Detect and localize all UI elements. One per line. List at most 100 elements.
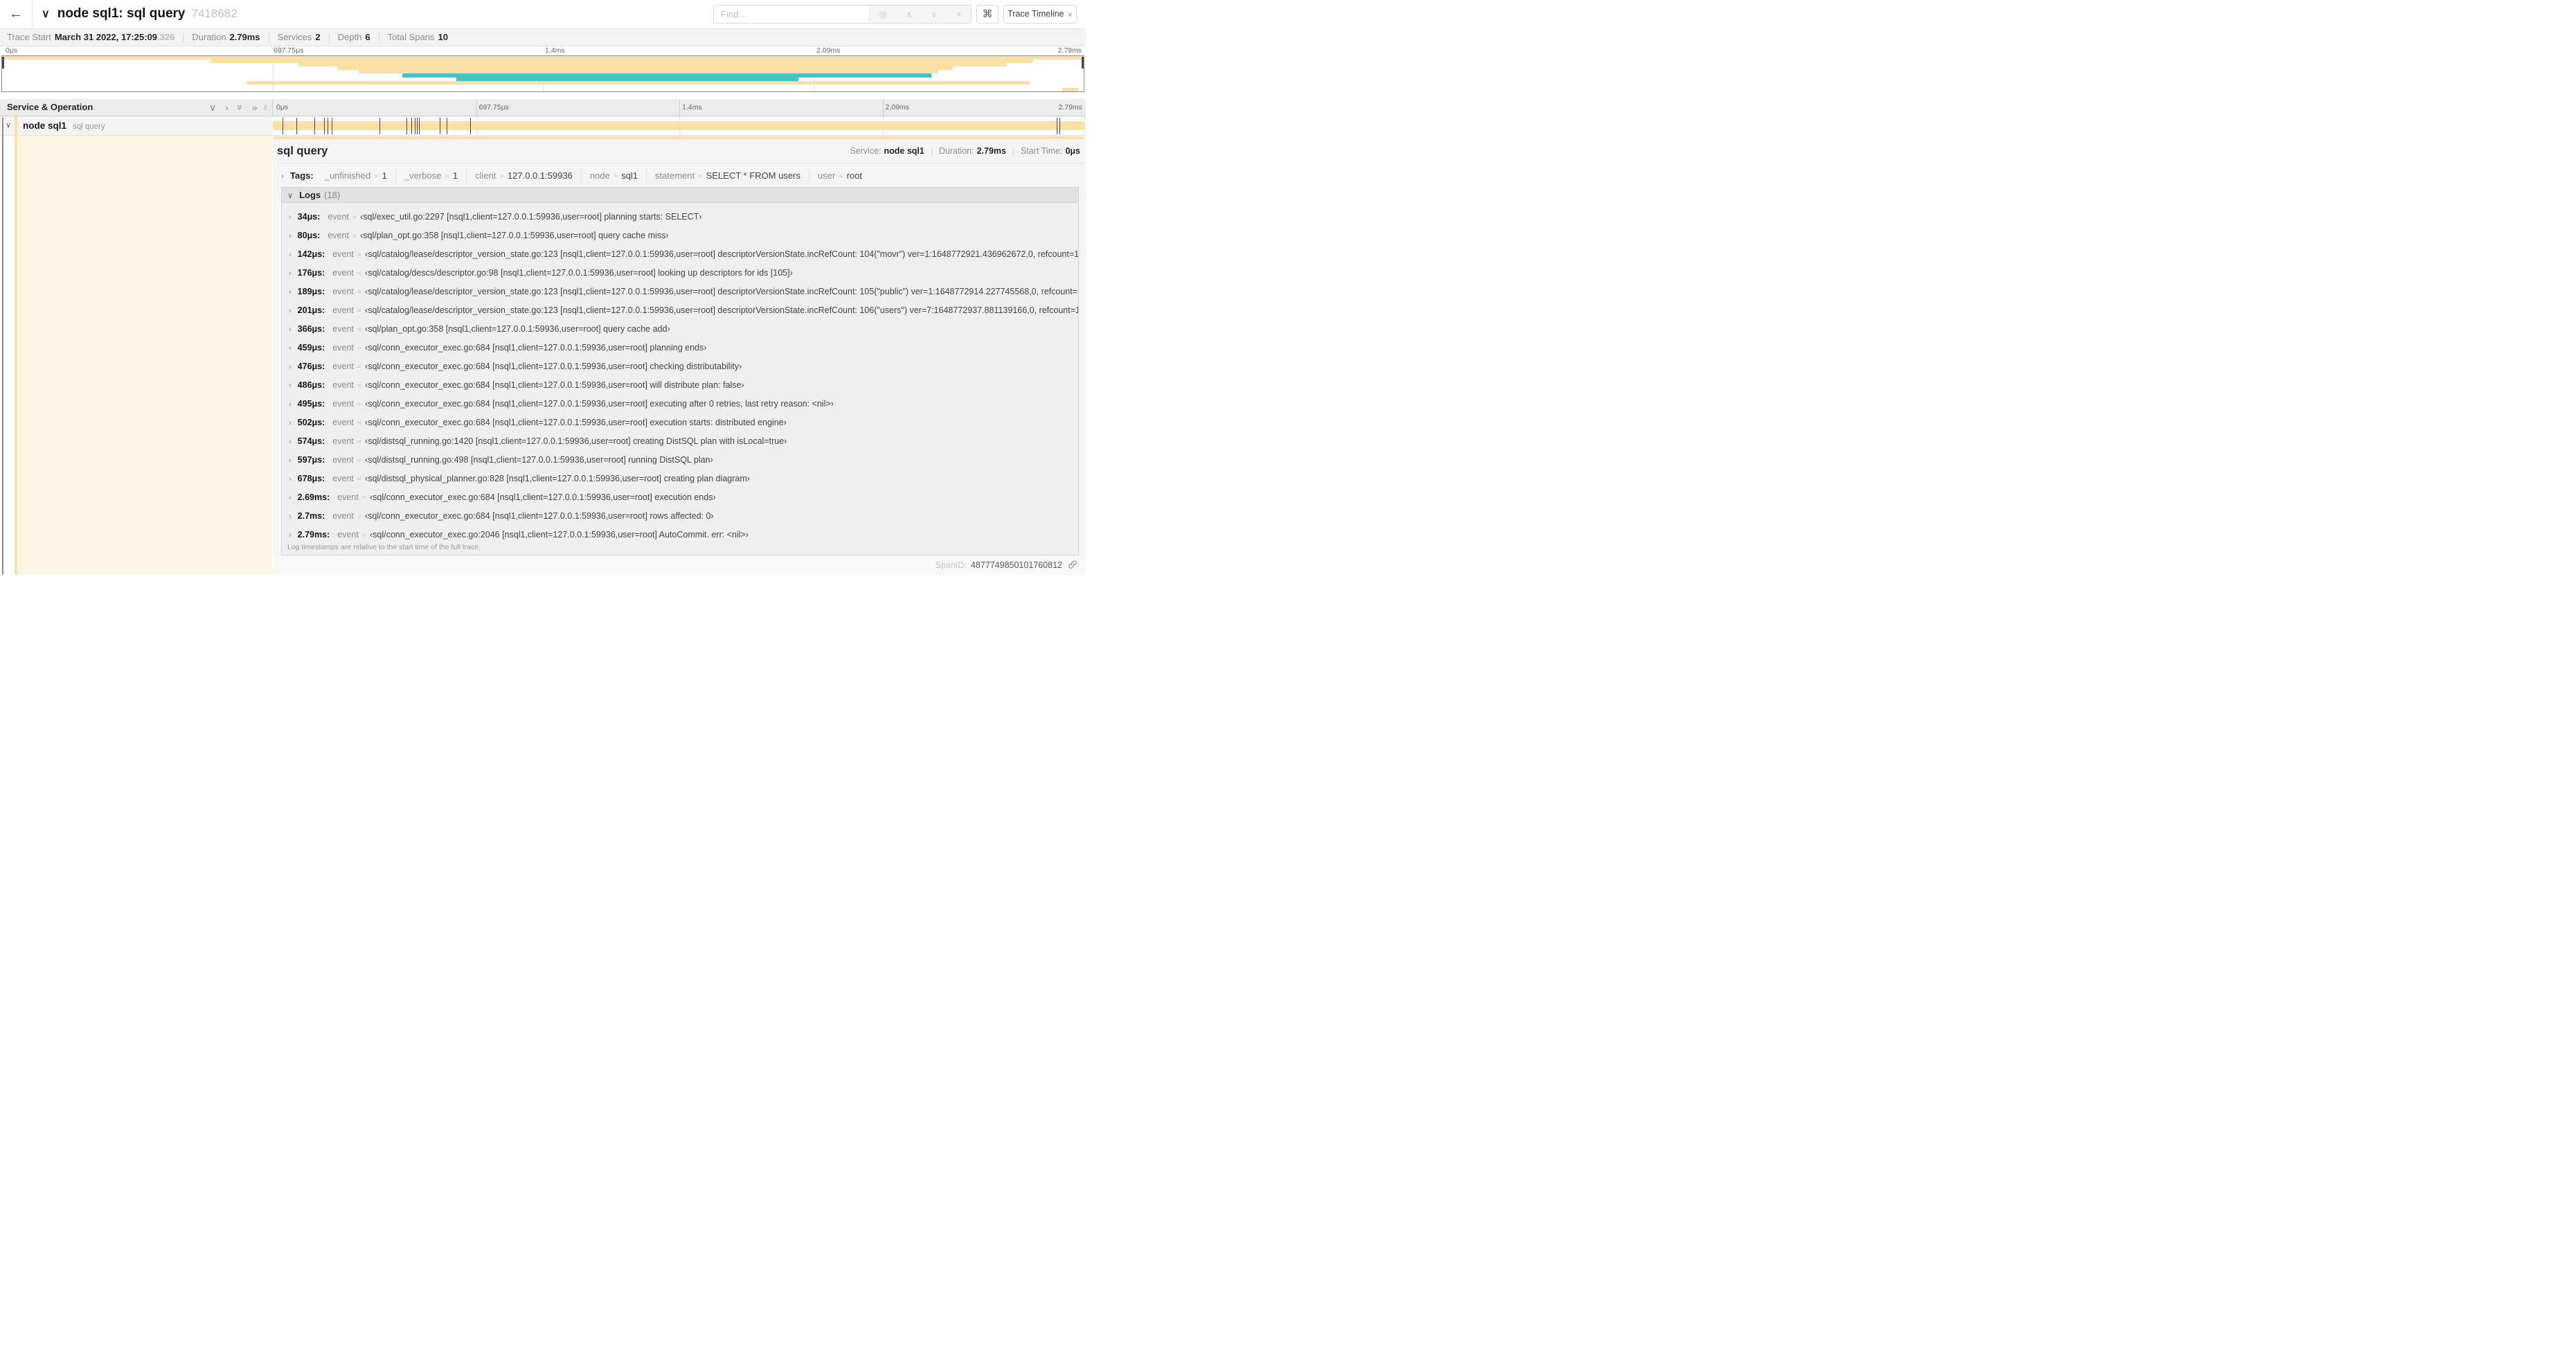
equals-sign: = <box>698 172 703 181</box>
chevron-right-icon: › <box>289 344 292 353</box>
log-entry[interactable]: › 142μs: event = ‹sql/catalog/lease/descript… <box>282 245 1078 264</box>
trace-collapse-chevron-icon[interactable]: ∨ <box>42 8 50 20</box>
log-entry[interactable]: › 574μs: event = ‹sql/distsql_running.go:142… <box>282 432 1078 451</box>
span-duration-bar[interactable] <box>273 121 1084 130</box>
logs-list: › 34μs: event = ‹sql/exec_util.go:2297 [nsql… <box>282 203 1078 555</box>
span-id-value: 4877749850101760812 <box>970 560 1062 570</box>
equals-sign: = <box>361 494 366 502</box>
log-field-key: event <box>332 418 354 427</box>
log-event-marker <box>314 118 315 134</box>
find-prev-icon[interactable]: ∧ <box>906 9 913 20</box>
find-next-icon[interactable]: ∨ <box>931 9 938 20</box>
find-addon: ◎ ∧ ∨ × <box>869 6 971 23</box>
span-timeline-cell[interactable] <box>273 116 1086 135</box>
log-event-marker <box>296 118 297 134</box>
chevron-right-icon: › <box>289 400 292 409</box>
log-timestamp: 366μs: <box>297 324 325 334</box>
log-entry[interactable]: › 366μs: event = ‹sql/plan_opt.go:358 [nsql1… <box>282 320 1078 339</box>
span-name-cell[interactable]: ∨ node sql1 sql query <box>0 116 272 135</box>
trace-view-label: Trace Timeline <box>1008 9 1064 19</box>
stat-suffix: .326 <box>156 32 175 42</box>
log-field-value: ‹sql/catalog/lease/descriptor_version_st… <box>365 249 1078 259</box>
minimap-canvas[interactable] <box>1 55 1084 92</box>
equals-sign: = <box>352 232 357 240</box>
tags-accordion[interactable]: › Tags: _unfinished = 1 _verbose = 1 client = 127.… <box>281 169 1079 183</box>
log-entry[interactable]: › 502μs: event = ‹sql/conn_executor_exec.go:… <box>282 413 1078 432</box>
log-field-key: event <box>332 343 354 353</box>
detail-meta-label: Duration: <box>938 146 974 156</box>
chevron-right-icon: › <box>289 494 292 502</box>
log-entry[interactable]: › 189μs: event = ‹sql/catalog/lease/descript… <box>282 283 1078 301</box>
log-field-value: ‹sql/conn_executor_exec.go:684 [nsql1,cl… <box>369 492 716 502</box>
log-field-value: ‹sql/plan_opt.go:358 [nsql1,client=127.0… <box>360 231 669 240</box>
minimap-tick-label: 2.09ms <box>816 46 841 55</box>
log-entry[interactable]: › 2.7ms: event = ‹sql/conn_executor_exec.go:… <box>282 507 1078 526</box>
log-timestamp: 142μs: <box>297 249 325 259</box>
log-entry[interactable]: › 678μs: event = ‹sql/distsql_physical_plann… <box>282 470 1078 488</box>
trace-stats-items: Trace Start March 31 2022, 17:25:09.326 Du… <box>7 32 448 43</box>
tag-key: statement <box>655 170 695 181</box>
minimap-tick-label: 697.75μs <box>274 46 304 55</box>
tag: node = sql1 <box>582 169 647 183</box>
back-button[interactable]: ← <box>0 0 33 28</box>
find-clear-icon[interactable]: × <box>956 9 962 19</box>
span-toggle-chevron-icon[interactable]: ∨ <box>6 116 11 135</box>
log-field-key: event <box>332 249 354 259</box>
log-timestamp: 574μs: <box>297 436 325 446</box>
equals-sign: = <box>357 269 362 278</box>
column-resizer-grip[interactable]: ‖ <box>264 99 267 117</box>
span-id-row: SpanID: 4877749850101760812 <box>273 555 1086 575</box>
equals-sign: = <box>357 475 362 483</box>
log-entry[interactable]: › 2.79ms: event = ‹sql/conn_executor_exec.go… <box>282 526 1078 544</box>
minimap-left-handle[interactable] <box>2 57 4 69</box>
log-entry[interactable]: › 34μs: event = ‹sql/exec_util.go:2297 [nsql… <box>282 208 1078 226</box>
log-entry[interactable]: › 176μs: event = ‹sql/catalog/descs/descript… <box>282 264 1078 283</box>
log-field-key: event <box>337 492 359 502</box>
log-field-key: event <box>332 268 354 278</box>
log-field-value: ‹sql/exec_util.go:2297 [nsql1,client=127… <box>360 212 702 222</box>
log-event-marker <box>470 118 472 134</box>
back-arrow-icon: ← <box>9 6 23 21</box>
chevron-right-icon: › <box>289 213 292 222</box>
minimap-span-bar <box>1062 87 1079 91</box>
trace-id: 7418682 <box>191 7 238 20</box>
log-entry[interactable]: › 476μs: event = ‹sql/conn_executor_exec.go:… <box>282 357 1078 376</box>
chevron-right-icon: › <box>289 475 292 483</box>
log-event-marker <box>419 118 420 134</box>
expand-one-icon[interactable]: › <box>225 103 229 112</box>
log-entry[interactable]: › 597μs: event = ‹sql/distsql_running.go:498… <box>282 451 1078 470</box>
logs-header[interactable]: ∨ Logs (18) <box>282 188 1078 203</box>
log-entry[interactable]: › 486μs: event = ‹sql/conn_executor_exec.go:… <box>282 376 1078 395</box>
locate-icon[interactable]: ◎ <box>879 9 887 20</box>
collapse-all-icon[interactable]: » <box>235 105 246 110</box>
keyboard-shortcuts-button[interactable]: ⌘ <box>976 5 999 24</box>
logs-count: (18) <box>324 190 341 200</box>
span-indent-guide <box>2 118 3 575</box>
log-field-value: ‹sql/conn_executor_exec.go:684 [nsql1,cl… <box>365 343 707 353</box>
chevron-right-icon: › <box>289 531 292 540</box>
span-operation-name: sql query <box>73 123 105 131</box>
collapse-one-icon[interactable]: ∨ <box>209 103 216 112</box>
log-entry[interactable]: › 2.69ms: event = ‹sql/conn_executor_exec.go… <box>282 488 1078 507</box>
trace-page: ← ∨ node sql1: sql query 7418682 ◎ ∧ ∨ × ⌘… <box>0 0 1086 575</box>
minimap-right-handle[interactable] <box>1082 57 1084 69</box>
log-entry[interactable]: › 80μs: event = ‹sql/plan_opt.go:358 [nsql1,… <box>282 226 1078 245</box>
find-group: ◎ ∧ ∨ × <box>713 5 972 24</box>
detail-row-left-fill <box>17 136 272 575</box>
ruler-gridline <box>476 99 477 116</box>
log-event-marker <box>1059 118 1061 134</box>
expand-all-icon[interactable]: » <box>252 103 258 112</box>
log-entry[interactable]: › 459μs: event = ‹sql/conn_executor_exec.go:… <box>282 339 1078 357</box>
log-timestamp: 80μs: <box>297 231 321 240</box>
log-field-value: ‹sql/plan_opt.go:358 [nsql1,client=127.0… <box>365 324 670 334</box>
ruler-tick-label: 2.79ms <box>1058 103 1082 112</box>
trace-view-selector[interactable]: Trace Timeline ∨ <box>1003 5 1077 24</box>
find-input[interactable] <box>714 6 869 23</box>
log-field-key: event <box>332 287 354 296</box>
equals-sign: = <box>357 288 362 296</box>
log-entry[interactable]: › 201μs: event = ‹sql/catalog/lease/descript… <box>282 301 1078 320</box>
deep-link-icon[interactable] <box>1068 560 1077 569</box>
log-timestamp: 2.69ms: <box>297 492 330 502</box>
stat-label: Duration <box>192 32 226 42</box>
log-entry[interactable]: › 495μs: event = ‹sql/conn_executor_exec.go:… <box>282 395 1078 413</box>
